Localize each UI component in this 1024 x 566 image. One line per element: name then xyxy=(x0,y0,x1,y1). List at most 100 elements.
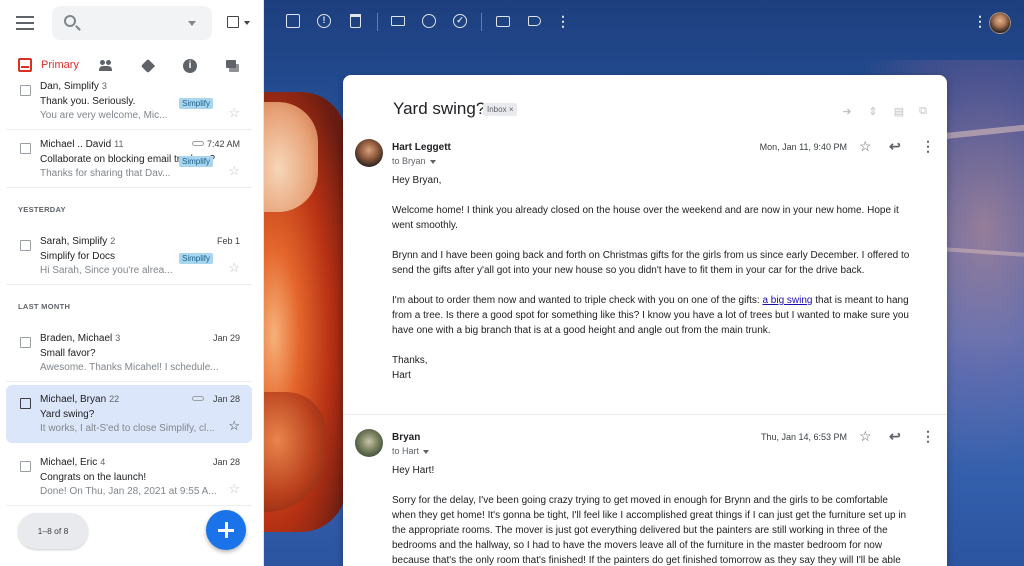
message-body: Hey Hart! Sorry for the delay, I've been… xyxy=(392,463,912,566)
message-paragraph: I'm about to order them now and wanted t… xyxy=(392,295,909,336)
reply-icon[interactable]: ↩ xyxy=(889,138,901,155)
more-options-icon[interactable]: ⋮ xyxy=(921,138,935,155)
open-new-window-icon[interactable]: ⧉ xyxy=(917,105,929,118)
row-checkbox[interactable] xyxy=(20,337,31,348)
email-snippet: Awesome. Thanks Micahel! I schedule... xyxy=(40,362,219,373)
thread-toolbar: ! ✓ ⋮ ⋮ xyxy=(264,0,1024,44)
compose-button[interactable] xyxy=(206,510,246,550)
star-icon[interactable]: ☆ xyxy=(228,260,240,276)
star-icon[interactable]: ☆ xyxy=(228,418,240,434)
simplify-badge: Simplify xyxy=(179,253,214,264)
category-tabs: Primary i xyxy=(0,52,263,80)
message-divider xyxy=(343,414,947,415)
message-paragraph: Sorry for the delay, I've been going cra… xyxy=(392,495,907,566)
apps-menu-icon[interactable]: ⋮ xyxy=(973,14,987,28)
email-from: Braden, Michael 3 xyxy=(40,333,121,344)
inbox-icon xyxy=(18,58,32,72)
reply-icon[interactable]: ↩ xyxy=(889,428,901,445)
inbox-label-chip[interactable]: Inbox × xyxy=(483,103,518,116)
expand-all-icon[interactable]: ⇕ xyxy=(867,105,879,118)
email-date: Jan 29 xyxy=(212,333,240,343)
message-sender: Bryan xyxy=(392,432,421,443)
tag-icon[interactable] xyxy=(141,59,155,73)
simplify-badge: Simplify xyxy=(179,156,214,167)
chevron-down-icon xyxy=(429,159,436,164)
list-item[interactable]: Sarah, Simplify 2 Feb 1 Simplify for Docs… xyxy=(6,227,252,285)
avatar xyxy=(355,139,383,167)
message-sender: Hart Leggett xyxy=(392,142,451,153)
print-icon[interactable]: ▤ xyxy=(893,105,905,118)
email-date: Feb 1 xyxy=(216,236,240,246)
tab-primary[interactable]: Primary xyxy=(18,58,79,72)
list-item-selected[interactable]: Michael, Bryan 22 Jan 28 Yard swing? It w… xyxy=(6,385,252,443)
message-paragraph: Brynn and I have been going back and for… xyxy=(392,250,910,276)
archive-icon[interactable] xyxy=(286,14,300,28)
email-subject: Small favor? xyxy=(40,348,96,359)
background-flower xyxy=(264,92,346,532)
snooze-icon[interactable] xyxy=(422,14,436,28)
message-signature: Hart xyxy=(392,370,411,381)
account-avatar[interactable] xyxy=(989,12,1011,34)
move-to-icon[interactable] xyxy=(496,16,510,27)
simplify-badge: Simplify xyxy=(179,98,214,109)
star-icon[interactable]: ☆ xyxy=(228,105,240,121)
row-checkbox[interactable] xyxy=(20,143,31,154)
email-date: Jan 28 xyxy=(212,457,240,467)
main-menu-icon[interactable] xyxy=(16,16,34,30)
people-icon[interactable] xyxy=(99,59,113,73)
label-icon[interactable] xyxy=(528,16,541,26)
star-icon[interactable]: ☆ xyxy=(228,163,240,179)
row-checkbox[interactable] xyxy=(20,398,31,409)
row-checkbox[interactable] xyxy=(20,240,31,251)
email-subject: Congrats on the launch! xyxy=(40,472,147,483)
report-spam-icon[interactable]: ! xyxy=(317,14,331,28)
more-options-icon[interactable]: ⋮ xyxy=(556,14,570,28)
email-date: 7:42 AM xyxy=(206,139,240,149)
message-greeting: Hey Bryan, xyxy=(392,175,442,186)
email-date: Jan 28 xyxy=(212,394,240,404)
message-signoff: Thanks, xyxy=(392,355,428,366)
section-header-yesterday: YESTERDAY xyxy=(18,205,66,214)
message-greeting: Hey Hart! xyxy=(392,465,435,476)
mark-unread-icon[interactable] xyxy=(391,16,405,26)
info-icon[interactable]: i xyxy=(183,59,197,73)
list-item[interactable]: Braden, Michael 3 Jan 29 Small favor? Awe… xyxy=(6,324,252,382)
star-icon[interactable]: ☆ xyxy=(859,138,872,155)
search-icon xyxy=(64,15,76,27)
list-item[interactable]: Michael, Eric 4 Jan 28 Congrats on the la… xyxy=(6,448,252,506)
email-from: Michael, Bryan 22 xyxy=(40,394,120,405)
swing-link[interactable]: a big swing xyxy=(762,295,812,306)
select-options-icon[interactable] xyxy=(244,21,250,25)
search-options-icon[interactable] xyxy=(188,21,196,26)
row-checkbox[interactable] xyxy=(20,85,31,96)
list-item[interactable]: Dan, Simplify 3 Thank you. Seriously. You… xyxy=(6,80,252,130)
star-icon[interactable]: ☆ xyxy=(228,481,240,497)
message-date: Mon, Jan 11, 9:40 PM xyxy=(759,142,847,152)
email-list: Dan, Simplify 3 Thank you. Seriously. You… xyxy=(0,80,263,566)
inbox-label-text: Inbox xyxy=(487,105,507,114)
thread-subject: Yard swing? xyxy=(393,99,486,118)
forum-icon[interactable] xyxy=(225,59,239,73)
forward-icon[interactable]: ➜ xyxy=(841,105,853,118)
mail-list-panel: Primary i Dan, Simplify 3 Thank you. Seri… xyxy=(0,0,264,566)
email-thread-card: Yard swing? Inbox × ➜ ⇕ ▤ ⧉ Hart Leggett… xyxy=(343,75,947,566)
email-snippet: It works, I alt-S'ed to close Simplify, … xyxy=(40,423,215,434)
message-recipients[interactable]: to Bryan xyxy=(392,156,436,166)
tab-primary-label: Primary xyxy=(41,59,79,71)
attachment-icon xyxy=(192,396,204,401)
email-from: Michael .. David 11 xyxy=(40,139,124,150)
star-icon[interactable]: ☆ xyxy=(859,428,872,445)
pagination-button[interactable]: 1–8 of 8 xyxy=(18,513,88,549)
row-checkbox[interactable] xyxy=(20,461,31,472)
more-options-icon[interactable]: ⋮ xyxy=(921,428,935,445)
search-input[interactable] xyxy=(52,6,212,40)
select-all-checkbox[interactable] xyxy=(227,16,239,28)
list-item[interactable]: Michael .. David 11 7:42 AM Collaborate o… xyxy=(6,130,252,188)
delete-icon[interactable] xyxy=(350,14,361,28)
remove-label-icon[interactable]: × xyxy=(509,105,514,114)
add-task-icon[interactable]: ✓ xyxy=(453,14,467,28)
message-recipients[interactable]: to Hart xyxy=(392,446,430,456)
email-snippet: Done! On Thu, Jan 28, 2021 at 9:55 A... xyxy=(40,486,216,497)
email-snippet: You are very welcome, Mic... xyxy=(40,110,168,121)
message-paragraph: Welcome home! I think you already closed… xyxy=(392,205,899,231)
